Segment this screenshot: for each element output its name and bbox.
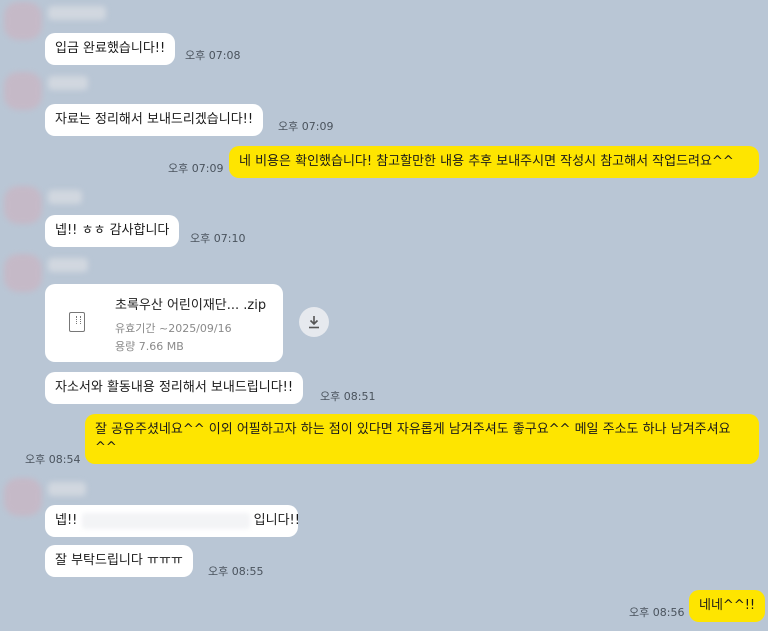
message-bubble[interactable]: 잘 부탁드립니다 ㅠㅠㅠ [45,545,193,577]
file-expiry: 유효기간 ~2025/09/16 [115,322,232,335]
sender-name [48,190,82,204]
message-time: 오후 08:51 [320,390,376,403]
message-bubble[interactable]: 네 비용은 확인했습니다! 참고할만한 내용 추후 보내주시면 작성시 참고해서… [229,146,759,178]
sender-name [48,6,106,20]
message-bubble[interactable]: 네네^^!! [689,590,766,622]
sender-name [48,76,88,90]
redacted-email [81,512,250,529]
avatar[interactable] [4,254,42,292]
message-bubble[interactable]: 넵!! 입니다!! [45,505,300,537]
message-time: 오후 08:54 [25,453,81,466]
sender-name [48,482,86,496]
message-bubble[interactable]: 입금 완료했습니다!! [45,33,176,65]
message-text: 넵!! [55,513,78,528]
message-time: 오후 08:56 [629,606,685,619]
message-time: 오후 07:09 [168,162,224,175]
message-time: 오후 08:55 [208,565,264,578]
avatar[interactable] [4,186,42,224]
file-attachment-card[interactable]: 초록우산 어린이재단... .zip 유효기간 ~2025/09/16 용량 7… [45,284,283,362]
message-text: 입니다!! [253,513,300,528]
message-bubble[interactable]: 잘 공유주셨네요^^ 이외 어필하고자 하는 점이 있다면 자유롭게 남겨주셔도… [85,414,759,464]
file-size: 용량 7.66 MB [115,340,184,353]
message-time: 오후 07:08 [185,49,241,62]
avatar[interactable] [4,2,42,40]
message-time: 오후 07:09 [278,120,334,133]
avatar[interactable] [4,478,42,516]
message-bubble[interactable]: 자료는 정리해서 보내드리겠습니다!! [45,104,264,136]
message-bubble[interactable]: 자소서와 활동내용 정리해서 보내드립니다!! [45,372,304,404]
sender-name [48,258,88,272]
avatar[interactable] [4,72,42,110]
message-time: 오후 07:10 [190,232,246,245]
download-icon [309,316,319,329]
download-button[interactable] [299,307,329,337]
file-name: 초록우산 어린이재단... .zip [115,298,267,313]
zip-file-icon [69,312,85,332]
message-bubble[interactable]: 넵!! ㅎㅎ 감사합니다 [45,215,180,247]
